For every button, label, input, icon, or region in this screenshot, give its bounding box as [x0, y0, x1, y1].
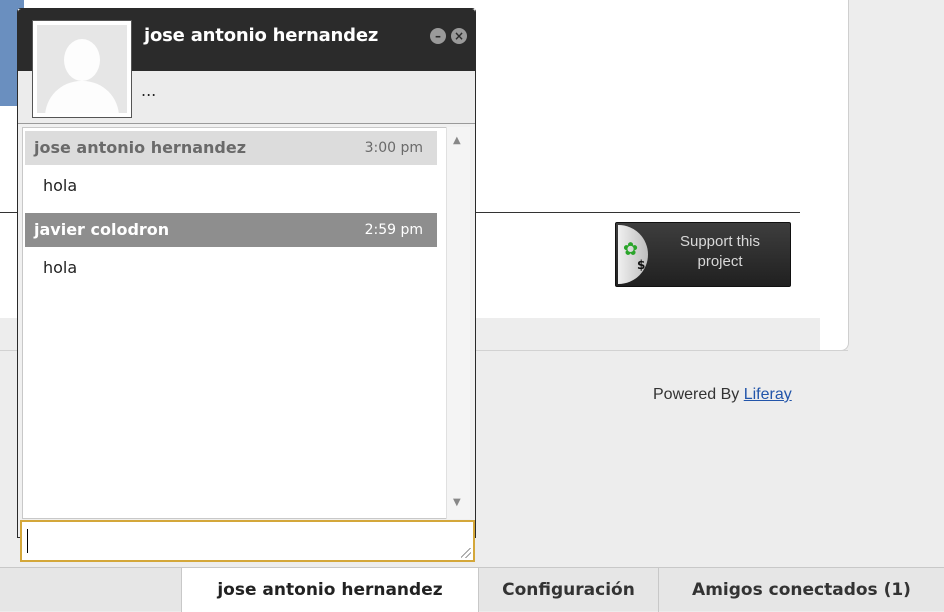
- message-list: jose antonio hernandez 3:00 pm hola javi…: [22, 127, 454, 519]
- message-sender: jose antonio hernandez: [34, 138, 247, 157]
- support-label-line2: project: [697, 253, 743, 270]
- page-panel-edge: [820, 0, 849, 351]
- powered-by-text: Powered By: [653, 386, 744, 403]
- support-icon: ✿ $: [618, 225, 648, 284]
- message-input[interactable]: [20, 520, 475, 562]
- message-header: jose antonio hernandez 3:00 pm: [25, 131, 437, 165]
- support-label-line1: Support this: [679, 233, 761, 250]
- avatar-placeholder-icon: [37, 25, 127, 113]
- dollar-icon: $: [637, 258, 646, 272]
- message-text: hola: [43, 258, 78, 277]
- gear-icon: ✿: [623, 239, 639, 260]
- resize-grip-icon[interactable]: [461, 548, 471, 558]
- avatar: [32, 20, 132, 118]
- chat-header: jose antonio hernandez – × ...: [18, 9, 475, 124]
- powered-by: Powered By Liferay: [653, 386, 792, 404]
- message-header: javier colodron 2:59 pm: [25, 213, 437, 247]
- support-project-button[interactable]: ✿ $ Support this project: [615, 222, 791, 287]
- text-caret: [27, 529, 28, 553]
- chat-taskbar: jose antonio hernandez Configuración Ami…: [0, 567, 944, 612]
- message-time: 3:00 pm: [364, 140, 423, 156]
- chat-status: ...: [141, 81, 157, 100]
- liferay-link[interactable]: Liferay: [744, 386, 792, 403]
- minimize-icon[interactable]: –: [430, 28, 446, 44]
- scroll-up-icon[interactable]: ▲: [453, 135, 461, 146]
- support-label: Support this project: [652, 232, 788, 272]
- close-icon[interactable]: ×: [451, 28, 467, 44]
- scroll-down-icon[interactable]: ▼: [453, 497, 461, 508]
- chat-title: jose antonio hernandez: [144, 25, 379, 46]
- message-time: 2:59 pm: [364, 222, 423, 238]
- chat-window: jose antonio hernandez – × ... jose anto…: [17, 8, 476, 562]
- tab-amigos-conectados[interactable]: Amigos conectados (1): [658, 568, 944, 612]
- message-text: hola: [43, 176, 78, 195]
- message-scrollbar[interactable]: ▲ ▼: [446, 127, 470, 519]
- tab-configuracion[interactable]: Configuración: [478, 568, 658, 612]
- tab-chat-jose[interactable]: jose antonio hernandez: [181, 568, 478, 612]
- message-sender: javier colodron: [34, 220, 170, 239]
